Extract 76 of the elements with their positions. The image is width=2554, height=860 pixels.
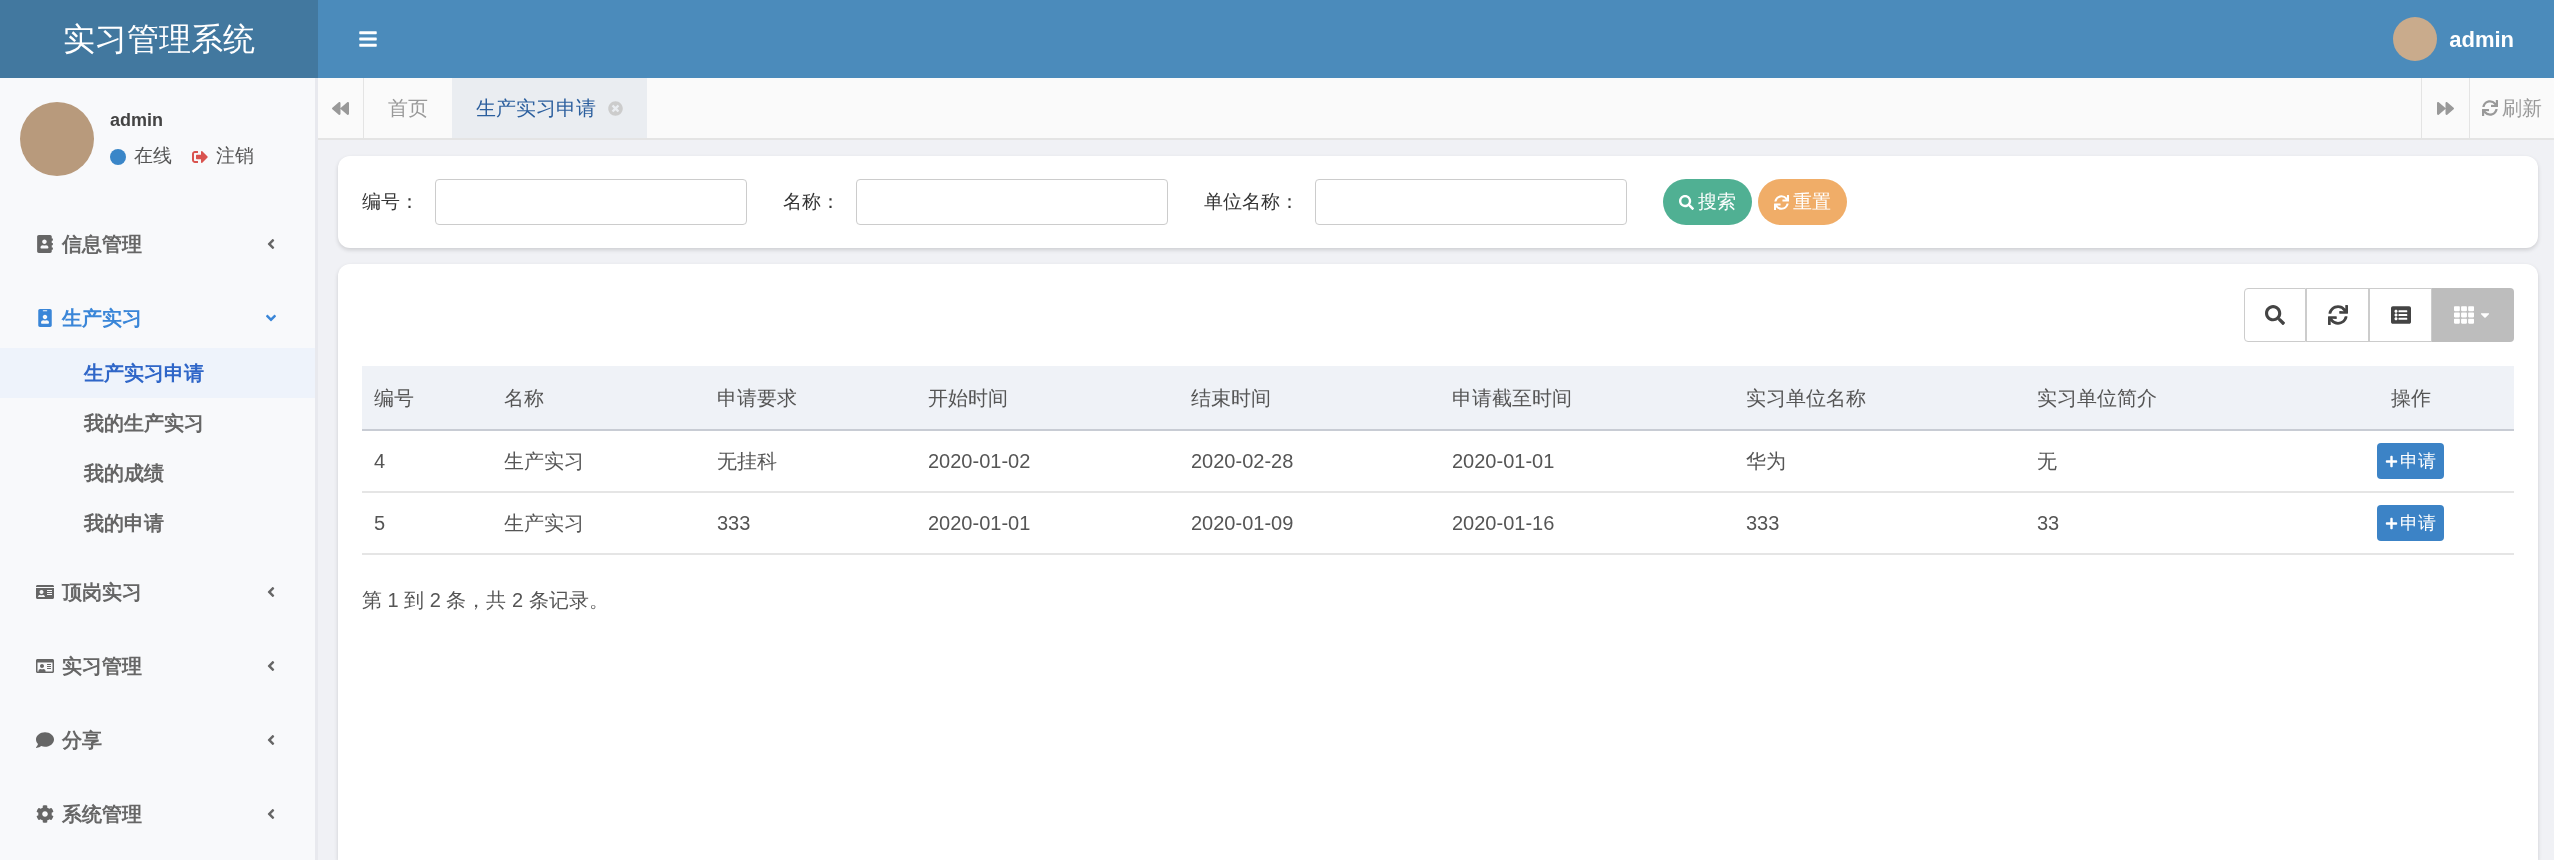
- column-header: 名称: [503, 385, 544, 411]
- app-title: 实习管理系统: [0, 0, 318, 78]
- column-header: 申请截至时间: [1451, 385, 1572, 411]
- table-cell-text: 生产实习: [503, 511, 584, 536]
- submenu-item[interactable]: 我的成绩: [0, 448, 315, 498]
- search-icon: [2265, 305, 2285, 325]
- menu-group[interactable]: 信息管理: [0, 214, 315, 274]
- table-cell-text: 2020-01-09: [1190, 511, 1294, 536]
- double-right-icon: [2437, 99, 2454, 117]
- address-book-icon: [36, 235, 54, 253]
- submenu-item[interactable]: 我的申请: [0, 498, 315, 548]
- submenu-item[interactable]: 生产实习申请: [0, 348, 315, 398]
- status-text: 在线: [134, 144, 172, 169]
- list-icon: [2390, 305, 2411, 325]
- field-label: 名称：: [783, 189, 840, 214]
- apply-button[interactable]: 申请: [2377, 505, 2444, 541]
- id-card-icon: [36, 657, 54, 675]
- column-header: 开始时间: [927, 385, 1008, 411]
- menu-group[interactable]: 系统管理: [0, 784, 315, 844]
- table-cell-text: 5: [373, 511, 386, 536]
- refresh-icon: [2327, 305, 2348, 325]
- table-cell-text: 无挂科: [716, 449, 777, 474]
- settings-icon: [36, 805, 54, 823]
- logout-icon[interactable]: [192, 148, 208, 165]
- column-header: 申请要求: [716, 385, 797, 411]
- table-cell-text: 华为: [1745, 449, 1786, 474]
- submenu-item[interactable]: 我的生产实习: [0, 398, 315, 448]
- plus-icon: [2385, 516, 2398, 530]
- text-field[interactable]: [856, 179, 1168, 225]
- table-cell-text: 无: [2036, 449, 2057, 474]
- table-cell-text: 2020-01-01: [1451, 449, 1555, 474]
- refresh-icon: [2482, 100, 2498, 116]
- column-header: 实习单位名称: [1745, 385, 1866, 411]
- table-cell-text: 2020-02-28: [1190, 449, 1294, 474]
- column-header: 操作: [2390, 385, 2431, 411]
- table-cell-text: 2020-01-16: [1451, 511, 1555, 536]
- tab[interactable]: 生产实习申请: [452, 78, 647, 138]
- menu-icon[interactable]: [358, 29, 378, 49]
- text-field[interactable]: [1315, 179, 1627, 225]
- text-field[interactable]: [435, 179, 747, 225]
- search-icon: [1679, 194, 1694, 210]
- table-cell-text: 2020-01-02: [927, 449, 1031, 474]
- list-view-button[interactable]: [2369, 288, 2432, 342]
- menu-group[interactable]: 实习管理: [0, 636, 315, 696]
- column-header: 结束时间: [1190, 385, 1271, 411]
- table-cell-text: 2020-01-01: [927, 511, 1031, 536]
- table-cell-text: 333: [716, 511, 751, 536]
- grid-icon: [2454, 305, 2474, 325]
- column-header: 编号: [373, 385, 414, 411]
- table-cell-text: 333: [1745, 511, 1780, 536]
- plus-icon: [2385, 454, 2398, 468]
- user-name: admin: [110, 109, 164, 133]
- logout-link[interactable]: 注销: [216, 142, 254, 171]
- menu-group[interactable]: 生产实习: [0, 288, 315, 348]
- avatar: [2393, 17, 2438, 61]
- refresh-button[interactable]: 刷新: [2469, 78, 2554, 138]
- user-name[interactable]: admin: [2449, 22, 2514, 56]
- double-left-icon: [332, 99, 349, 117]
- id-badge-icon: [36, 309, 54, 327]
- column-header: 实习单位简介: [2036, 385, 2157, 411]
- speech-bubble-icon: [36, 731, 54, 749]
- close-icon[interactable]: [608, 100, 623, 116]
- refresh-icon: [1774, 194, 1789, 210]
- tab[interactable]: 首页: [364, 78, 452, 138]
- search-button[interactable]: [2244, 288, 2306, 342]
- id-card-icon: [36, 583, 54, 601]
- apply-button[interactable]: 申请: [2377, 443, 2444, 479]
- table-cell-text: 4: [373, 449, 386, 474]
- table-cell-text: 生产实习: [503, 449, 584, 474]
- refresh-button[interactable]: [2306, 288, 2369, 342]
- pagination-summary: 第 1 到 2 条，共 2 条记录。: [362, 588, 610, 613]
- field-label: 单位名称：: [1204, 189, 1299, 214]
- field-label: 编号：: [362, 189, 419, 214]
- table-cell-text: 33: [2036, 511, 2060, 536]
- menu-group[interactable]: 分享: [0, 710, 315, 770]
- menu-group[interactable]: 顶岗实习: [0, 562, 315, 622]
